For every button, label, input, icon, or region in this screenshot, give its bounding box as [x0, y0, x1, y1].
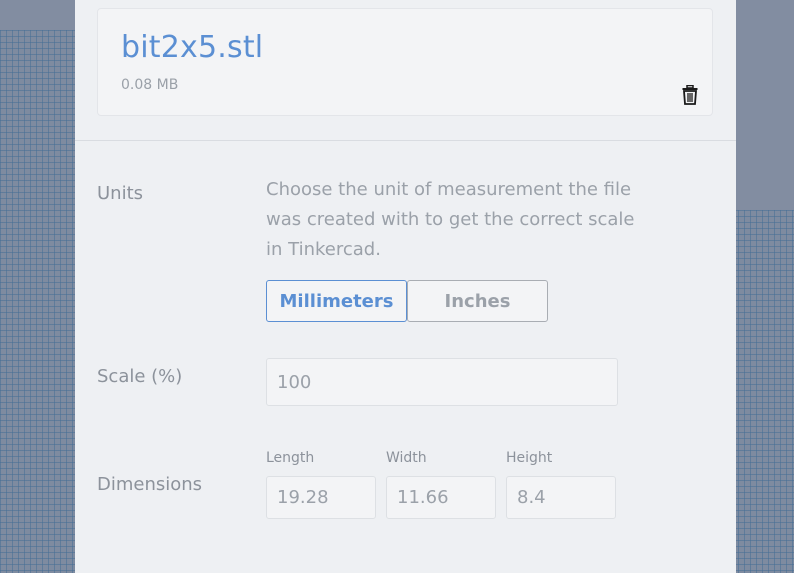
- dimensions-label: Dimensions: [97, 474, 203, 495]
- workplane-edge: [0, 0, 75, 30]
- millimeters-button[interactable]: Millimeters: [266, 280, 407, 322]
- file-card: bit2x5.stl 0.08 MB: [97, 8, 713, 116]
- file-name: bit2x5.stl: [121, 30, 264, 65]
- height-label: Height: [506, 450, 553, 466]
- units-description: Choose the unit of measurement the file …: [266, 179, 635, 260]
- width-label: Width: [386, 450, 427, 466]
- width-input[interactable]: [386, 476, 496, 519]
- scale-label: Scale (%): [97, 366, 183, 387]
- inches-button[interactable]: Inches: [407, 280, 548, 322]
- trash-icon[interactable]: [682, 84, 698, 105]
- length-label: Length: [266, 450, 315, 466]
- import-panel: bit2x5.stl 0.08 MB Units Choose the unit…: [75, 0, 736, 573]
- length-input[interactable]: [266, 476, 376, 519]
- height-input[interactable]: [506, 476, 616, 519]
- scale-input[interactable]: [266, 358, 618, 406]
- file-size: 0.08 MB: [121, 77, 179, 93]
- section-divider: [75, 140, 736, 141]
- workplane-edge-right: [734, 0, 794, 210]
- units-label: Units: [97, 183, 144, 204]
